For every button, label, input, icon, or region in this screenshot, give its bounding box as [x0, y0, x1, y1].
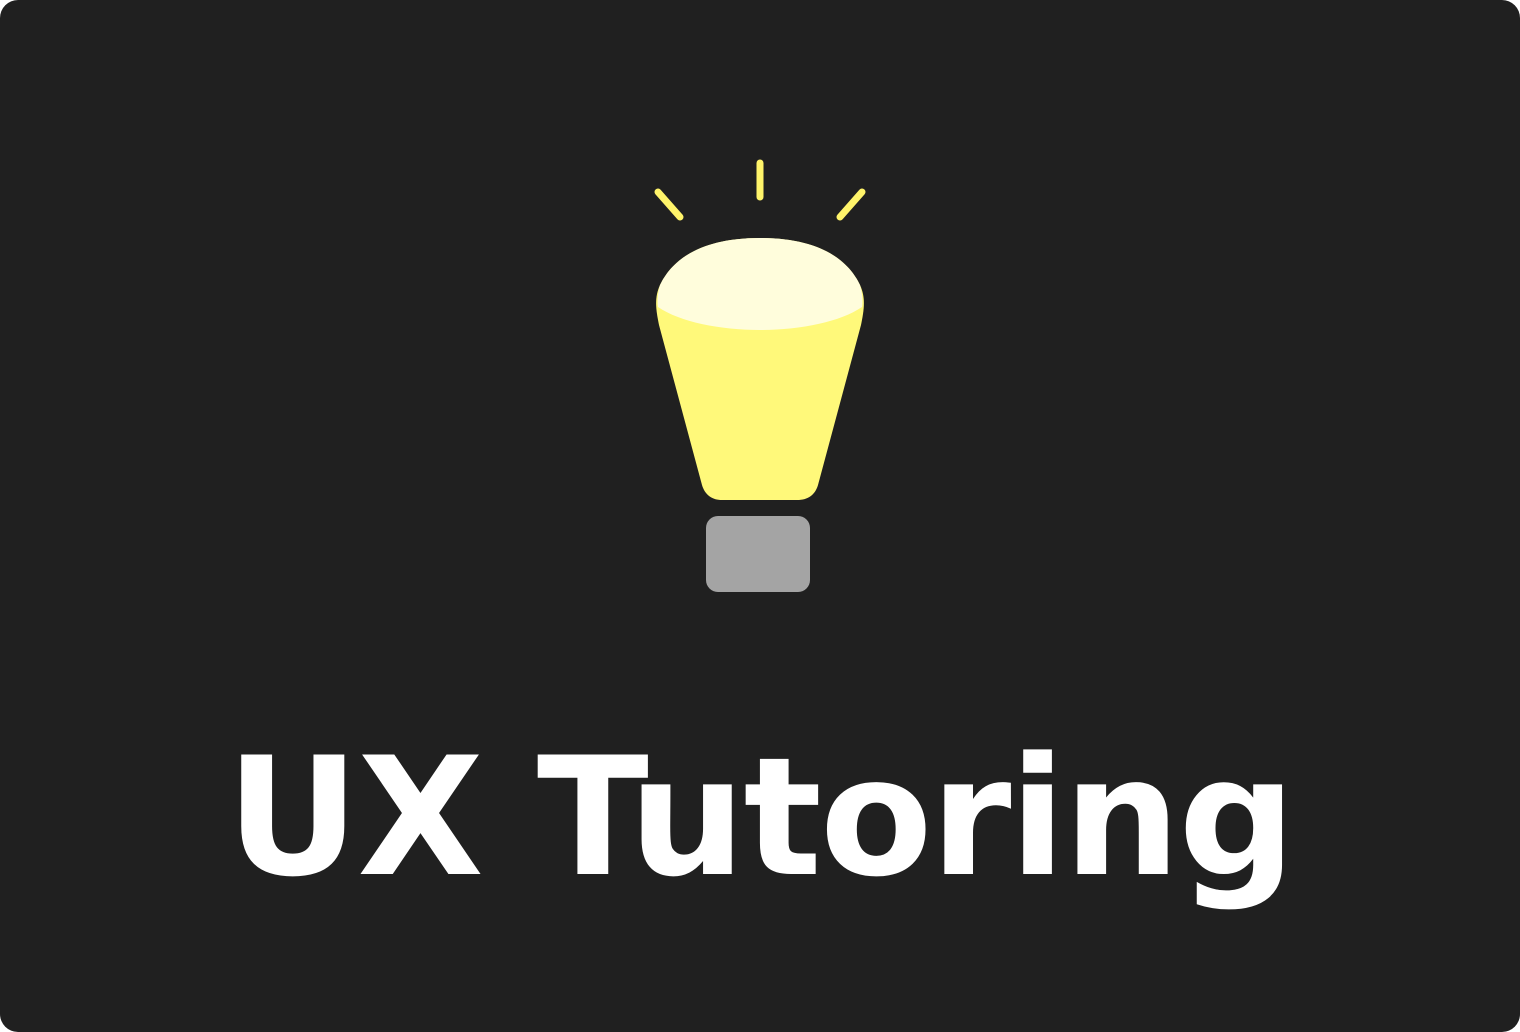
ray-left — [654, 188, 684, 221]
card-title: UX Tutoring — [226, 722, 1296, 913]
tutoring-card[interactable]: UX Tutoring — [0, 0, 1520, 1032]
lightbulb-icon — [640, 150, 880, 600]
bulb-highlight — [657, 238, 863, 330]
bulb-base — [706, 516, 810, 592]
ray-right — [836, 188, 866, 221]
light-rays — [654, 159, 866, 221]
